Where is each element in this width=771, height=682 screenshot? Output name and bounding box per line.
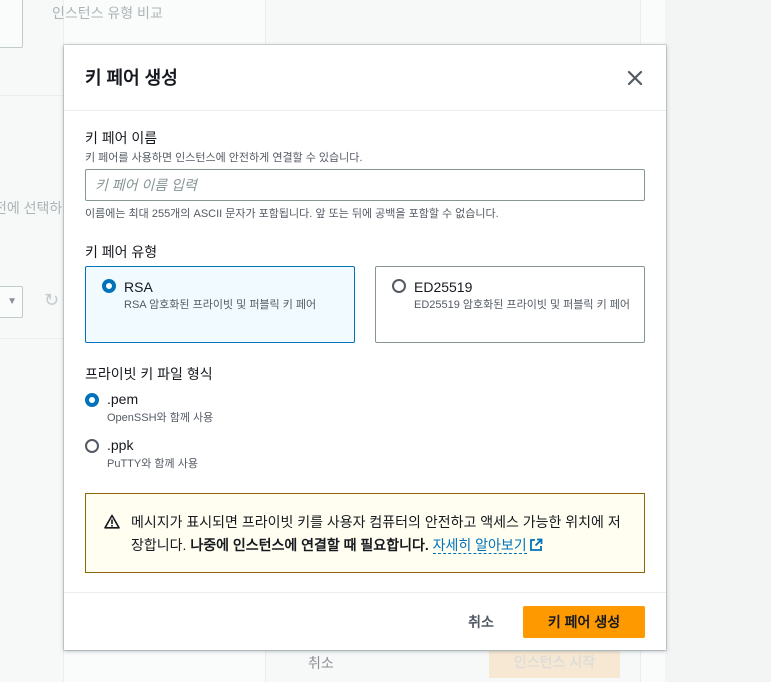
cancel-button[interactable]: 취소 [456,606,506,638]
private-key-format-label: 프라이빗 키 파일 형식 [85,366,213,382]
key-type-option-ed25519[interactable]: ED25519 ED25519 암호화된 프라이빗 및 퍼블릭 키 페어 [375,266,645,343]
modal-title: 키 페어 생성 [85,68,178,88]
warning-icon [104,514,120,534]
warning-alert: 메시지가 표시되면 프라이빗 키를 사용자 컴퓨터의 안전하고 액세스 가능한 … [85,493,645,573]
ed25519-title: ED25519 [414,279,473,295]
key-pair-type-label: 키 페어 유형 [85,244,158,260]
modal-header: 키 페어 생성 [64,45,666,111]
create-key-pair-button[interactable]: 키 페어 생성 [523,606,645,638]
warning-text-bold: 나중에 인스턴스에 연결할 때 필요합니다. [190,537,429,553]
key-pair-name-input[interactable] [85,169,645,201]
pem-radio[interactable] [85,393,99,407]
key-pair-name-constraint: 이름에는 최대 255개의 ASCII 문자가 포함됩니다. 앞 또는 뒤에 공… [85,208,499,220]
learn-more-link[interactable]: 자세히 알아보기 [432,537,527,554]
pem-description: OpenSSH와 함께 사용 [107,412,214,424]
rsa-description: RSA 암호화된 프라이빗 및 퍼블릭 키 페어 [124,299,317,311]
create-key-pair-modal: 키 페어 생성 키 페어 이름 키 페어를 사용하면 인스턴스에 안전하게 연결… [64,45,666,650]
ppk-description: PuTTY와 함께 사용 [107,458,198,470]
ed25519-description: ED25519 암호화된 프라이빗 및 퍼블릭 키 페어 [414,299,631,311]
rsa-title: RSA [124,279,153,295]
rsa-radio[interactable] [102,279,116,293]
close-icon[interactable] [624,67,646,89]
ppk-radio[interactable] [85,439,99,453]
external-link-icon[interactable] [529,536,543,559]
ppk-title: .ppk [107,437,134,453]
pem-title: .pem [107,391,139,407]
modal-footer: 취소 키 페어 생성 [64,592,666,650]
key-type-option-rsa[interactable]: RSA RSA 암호화된 프라이빗 및 퍼블릭 키 페어 [85,266,355,343]
warning-text: 메시지가 표시되면 프라이빗 키를 사용자 컴퓨터의 안전하고 액세스 가능한 … [131,511,631,559]
key-pair-name-description: 키 페어를 사용하면 인스턴스에 안전하게 연결할 수 있습니다. [85,152,363,164]
key-pair-name-label: 키 페어 이름 [85,130,158,146]
ed25519-radio[interactable] [392,279,406,293]
